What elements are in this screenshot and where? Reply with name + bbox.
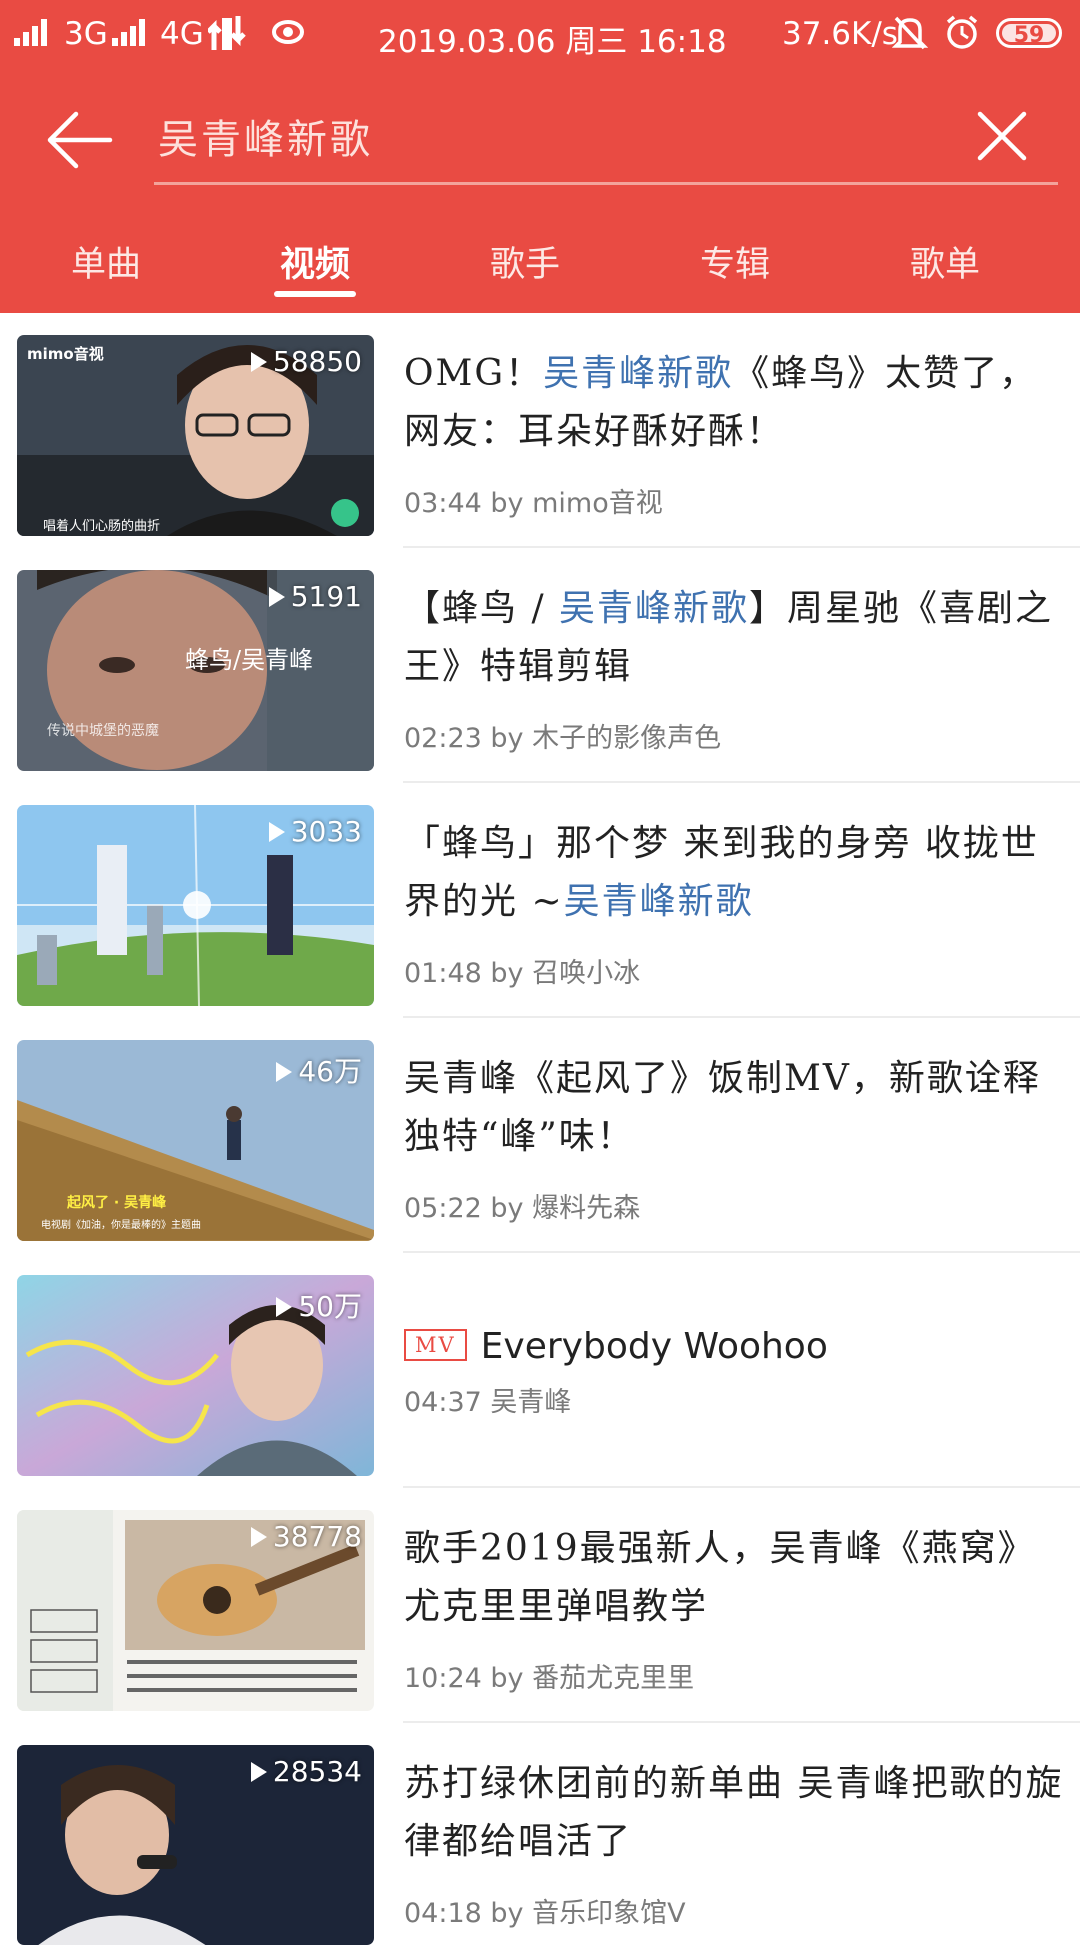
play-icon [268,822,285,842]
thumb-text: 蜂鸟/吴青峰 [185,646,314,674]
tab-albums[interactable]: 专辑 [665,236,805,287]
video-item[interactable]: 38778 歌手2019最强新人，吴青峰《燕窝》尤克里里弹唱教学 10:24 b… [0,1488,1080,1723]
thumb-text: 电视剧《加油，你是最棒的》主题曲 [41,1220,201,1231]
battery-level: 59 [1013,23,1045,48]
tab-playlists[interactable]: 歌单 [875,236,1015,287]
tab-artists[interactable]: 歌手 [455,236,595,287]
video-thumbnail[interactable]: mimo音视 唱着人们心肠的曲折 58850 [17,335,374,536]
play-count: 46万 [276,1050,362,1090]
thumb-text: 起风了 · 吴青峰 [67,1195,167,1211]
tab-songs[interactable]: 单曲 [36,236,176,287]
video-title: 【蜂鸟 / 吴青峰新歌】周星驰《喜剧之王》特辑剪辑 [404,588,1054,687]
signal-icon [14,16,54,46]
network-type: 3G [64,16,108,52]
play-icon [250,352,267,372]
play-icon [250,1527,267,1547]
search-underline [154,182,1058,185]
video-thumbnail[interactable]: 起风了 · 吴青峰 电视剧《加油，你是最棒的》主题曲 46万 [17,1040,374,1241]
video-item[interactable]: 50万 MV Everybody Woohoo 04:37 吴青峰 [0,1253,1080,1488]
video-item[interactable]: 28534 苏打绿休团前的新单曲 吴青峰把歌的旋律都给唱活了 04:18 by … [0,1723,1080,1958]
video-title: 苏打绿休团前的新单曲 吴青峰把歌的旋律都给唱活了 [404,1763,1064,1862]
play-icon [250,1762,267,1782]
network-speed: 37.6K/s [782,16,898,52]
play-count: 50万 [276,1285,362,1325]
search-input[interactable] [158,105,918,175]
video-title: 「蜂鸟」那个梦 来到我的身旁 收拢世界的光 ~吴青峰新歌 [404,823,1039,922]
mute-bell-icon [892,16,928,50]
video-thumbnail[interactable]: 28534 [17,1745,374,1945]
video-thumbnail[interactable]: 蜂鸟/吴青峰 传说中城堡的恶魔 5191 [17,570,374,771]
video-thumbnail[interactable]: 50万 [17,1275,374,1476]
video-meta: 05:22 by 爆料先森 [404,1193,641,1224]
thumb-badge: mimo音视 [27,345,104,363]
video-title: 吴青峰《起风了》饭制MV，新歌诠释独特“峰”味！ [404,1058,1041,1157]
back-arrow-icon[interactable] [46,110,116,170]
play-count: 5191 [268,580,362,613]
thumb-text: 传说中城堡的恶魔 [47,723,159,739]
close-icon[interactable] [974,108,1030,164]
battery-icon: 59 [996,18,1062,48]
video-meta: 04:18 by 音乐印象馆V [404,1898,686,1929]
video-item[interactable]: mimo音视 唱着人们心肠的曲折 58850 OMG！吴青峰新歌《蜂鸟》太赞了，… [0,313,1080,548]
play-count: 38778 [250,1520,362,1553]
video-title: 歌手2019最强新人，吴青峰《燕窝》尤克里里弹唱教学 [404,1528,1036,1627]
network-type-2: 4G [160,16,204,52]
status-datetime: 2019.03.06 周三 16:18 [378,24,727,60]
video-item[interactable]: 蜂鸟/吴青峰 传说中城堡的恶魔 5191 【蜂鸟 / 吴青峰新歌】周星驰《喜剧之… [0,548,1080,783]
tab-videos[interactable]: 视频 [245,236,385,287]
tab-indicator [274,291,356,297]
play-icon [268,587,285,607]
header: 3G 4G 2019.03.06 周三 16:18 37.6K/s 59 吴青峰… [0,0,1080,313]
video-meta: 01:48 by 召唤小冰 [404,958,641,989]
video-item[interactable]: 3033 「蜂鸟」那个梦 来到我的身旁 收拢世界的光 ~吴青峰新歌 01:48 … [0,783,1080,1018]
video-thumbnail[interactable]: 3033 [17,805,374,1006]
video-title: OMG！吴青峰新歌《蜂鸟》太赞了，网友：耳朵好酥好酥！ [404,353,1038,452]
play-count: 58850 [250,345,362,378]
eye-icon [272,20,304,44]
video-title: MV Everybody Woohoo [404,1318,1064,1378]
play-count: 28534 [250,1755,362,1788]
thumb-caption: 唱着人们心肠的曲折 [43,519,161,534]
video-meta: 02:23 by 木子的影像声色 [404,723,722,754]
video-meta: 04:37 吴青峰 [404,1387,572,1418]
video-meta: 03:44 by mimo音视 [404,488,663,519]
play-count: 3033 [268,815,362,848]
data-transfer-icon [208,16,246,50]
alarm-icon [946,15,978,49]
video-item[interactable]: 起风了 · 吴青峰 电视剧《加油，你是最棒的》主题曲 46万 吴青峰《起风了》饭… [0,1018,1080,1253]
status-bar: 3G 4G 2019.03.06 周三 16:18 37.6K/s 59 [0,0,1080,70]
video-meta: 10:24 by 番茄尤克里里 [404,1663,695,1694]
mv-badge: MV [404,1329,467,1361]
play-icon [276,1062,293,1082]
signal-icon-2 [112,16,152,46]
play-icon [276,1297,293,1317]
video-thumbnail[interactable]: 38778 [17,1510,374,1711]
